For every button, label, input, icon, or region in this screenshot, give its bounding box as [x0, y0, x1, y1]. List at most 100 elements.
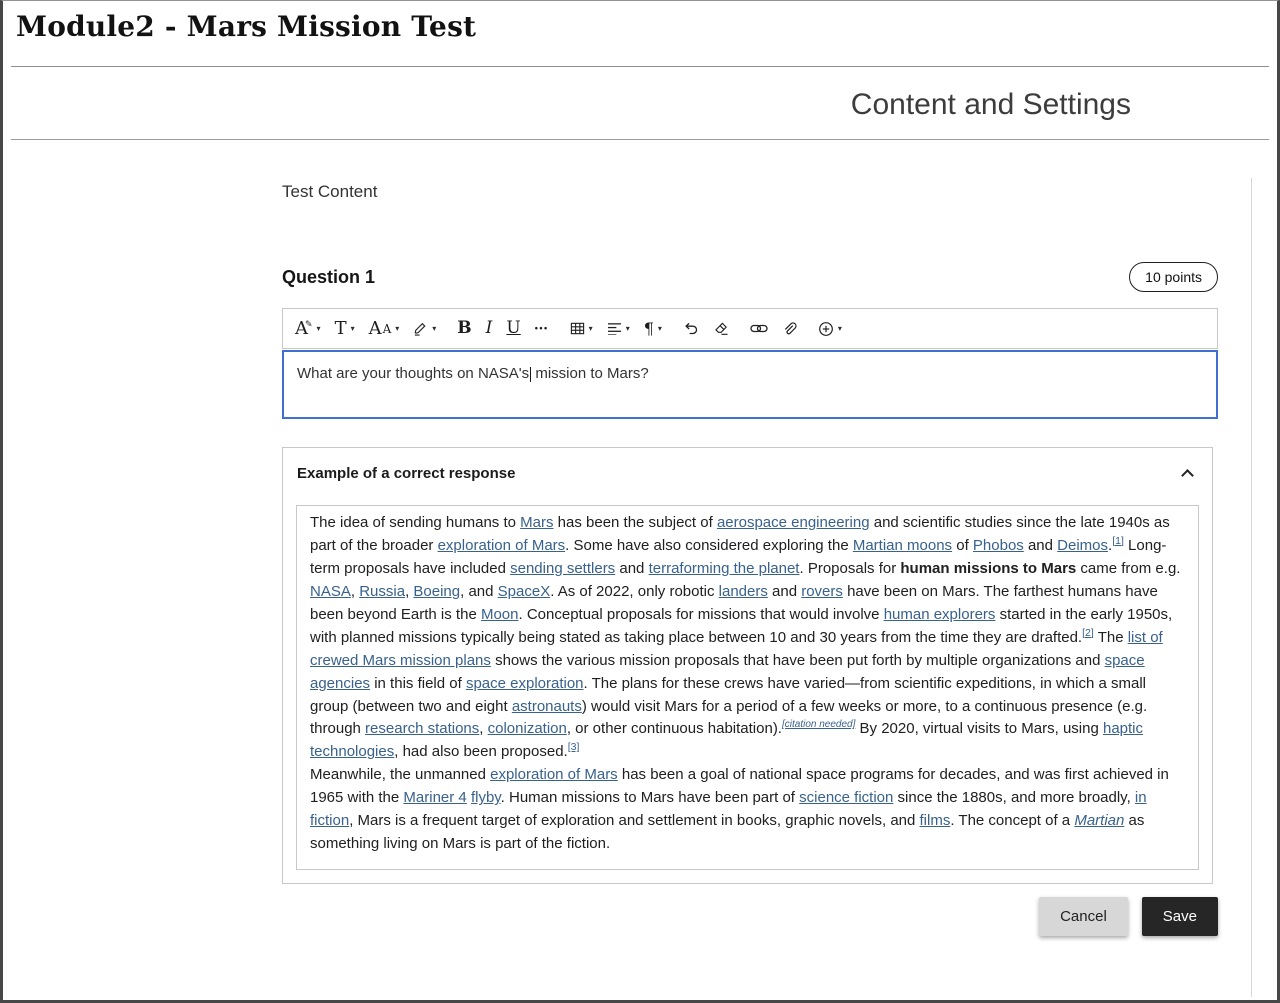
inline-link[interactable]: space exploration [466, 675, 584, 692]
align-button[interactable]: ▾ [600, 309, 637, 348]
title-bar: Module2 - Mars Mission Test [3, 1, 1277, 43]
tabs-row: Content and Settings [3, 67, 1277, 122]
link-button[interactable] [743, 309, 775, 348]
paragraph-button[interactable]: ¶▾ [637, 309, 669, 348]
italic-icon: I [486, 320, 493, 337]
section-label: Test Content [282, 182, 1277, 202]
question-text-editor[interactable]: What are your thoughts on NASA's mission… [282, 350, 1218, 419]
reference-link[interactable]: [2] [1082, 627, 1094, 639]
main-content: Test Content Question 1 10 points A✎▾T▾A… [3, 140, 1277, 936]
chevron-down-icon: ▾ [351, 324, 355, 333]
bold-icon: B [457, 320, 471, 337]
inline-link[interactable]: aerospace engineering [717, 514, 870, 531]
inline-link[interactable]: exploration of Mars [490, 766, 618, 783]
inline-link[interactable]: colonization [488, 720, 567, 737]
chevron-down-icon: ▾ [658, 324, 662, 333]
paragraph-icon: ¶ [644, 321, 654, 337]
cancel-button[interactable]: Cancel [1039, 897, 1128, 936]
chevron-up-icon [1181, 469, 1194, 482]
italic-button[interactable]: I [479, 309, 500, 348]
inline-link[interactable]: astronauts [512, 698, 582, 715]
inline-link[interactable]: human explorers [884, 606, 996, 623]
chevron-down-icon: ▾ [432, 324, 436, 333]
inline-link[interactable]: Phobos [973, 537, 1024, 554]
inline-link[interactable]: Martian moons [853, 537, 952, 554]
bold-text: human missions to Mars [900, 560, 1076, 577]
eraser-button[interactable] [706, 309, 736, 348]
more-options-icon: ••• [535, 324, 549, 333]
undo-button[interactable] [676, 309, 706, 348]
inline-link[interactable]: science fiction [799, 789, 893, 806]
font-family-button[interactable]: T▾ [328, 309, 362, 348]
underline-icon: U [506, 320, 520, 337]
text-color-icon: A✎ [295, 320, 313, 338]
app-window: Module2 - Mars Mission Test Content and … [0, 0, 1280, 1003]
inline-link[interactable]: terraforming the planet [649, 560, 800, 577]
question-header-row: Question 1 10 points [282, 262, 1218, 292]
points-badge[interactable]: 10 points [1129, 262, 1218, 292]
highlight-icon [413, 321, 428, 336]
more-options-button[interactable]: ••• [528, 309, 556, 348]
inline-link[interactable]: sending settlers [510, 560, 615, 577]
inline-link[interactable]: SpaceX [498, 583, 551, 600]
save-button[interactable]: Save [1142, 897, 1218, 936]
inline-link[interactable]: research stations [365, 720, 479, 737]
reference-marker: [3] [568, 741, 580, 753]
font-size-button[interactable]: AA▾ [362, 309, 407, 348]
chevron-down-icon: ▾ [589, 324, 593, 333]
bold-button[interactable]: B [450, 309, 478, 348]
highlight-button[interactable]: ▾ [406, 309, 443, 348]
inline-link[interactable]: list of crewed Mars mission plans [310, 629, 1163, 669]
inline-link[interactable]: Mars [520, 514, 553, 531]
font-family-icon: T [335, 320, 347, 338]
reference-link[interactable]: [3] [568, 741, 580, 753]
inline-link[interactable]: rovers [801, 583, 843, 600]
chevron-down-icon: ▾ [395, 324, 399, 333]
example-panel-title: Example of a correct response [297, 465, 515, 482]
page-title: Module2 - Mars Mission Test [3, 1, 1277, 43]
inline-link[interactable]: NASA [310, 583, 351, 600]
tab-content-and-settings[interactable]: Content and Settings [851, 88, 1131, 122]
reference-link[interactable]: [citation needed] [782, 719, 855, 730]
undo-icon [683, 321, 699, 336]
inline-link[interactable]: Mariner 4 [403, 789, 466, 806]
table-button[interactable]: ▾ [563, 309, 600, 348]
inline-link[interactable]: films [920, 812, 951, 829]
paragraph: Meanwhile, the unmanned exploration of M… [310, 764, 1185, 856]
eraser-icon [713, 321, 729, 336]
example-panel-header[interactable]: Example of a correct response [296, 463, 1199, 484]
example-response-text[interactable]: The idea of sending humans to Mars has b… [296, 505, 1199, 870]
question-title: Question 1 [282, 267, 375, 288]
table-icon [570, 321, 585, 336]
attachment-button[interactable] [775, 309, 804, 348]
inline-link[interactable]: Moon [481, 606, 519, 623]
reference-marker: [citation needed] [782, 718, 855, 730]
collapse-button[interactable] [1180, 463, 1195, 484]
underline-button[interactable]: U [499, 309, 527, 348]
chevron-down-icon: ▾ [626, 324, 630, 333]
footer-actions: Cancel Save [282, 897, 1218, 936]
reference-marker: [1] [1112, 535, 1124, 547]
paragraph: The idea of sending humans to Mars has b… [310, 512, 1185, 764]
example-response-panel: Example of a correct response The idea o… [282, 447, 1213, 884]
reference-link[interactable]: [1] [1112, 535, 1124, 547]
inline-link[interactable]: Russia [359, 583, 405, 600]
insert-content-button[interactable]: ▾ [811, 309, 849, 348]
inline-link[interactable]: landers [719, 583, 768, 600]
inline-link[interactable]: exploration of Mars [438, 537, 566, 554]
inline-link[interactable]: Martian [1074, 812, 1124, 829]
text-color-button[interactable]: A✎▾ [288, 309, 328, 348]
inline-link[interactable]: Deimos [1057, 537, 1108, 554]
editor-text-before-cursor: What are your thoughts on NASA's [297, 365, 529, 382]
inline-link[interactable]: flyby [471, 789, 501, 806]
attachment-icon [782, 321, 797, 337]
editor-toolbar: A✎▾T▾AA▾▾BIU•••▾▾¶▾▾ [282, 308, 1218, 349]
align-icon [607, 322, 622, 335]
chevron-down-icon: ▾ [838, 324, 842, 333]
link-icon [750, 322, 768, 335]
editor-text-after-cursor: mission to Mars? [531, 365, 649, 382]
reference-marker: [2] [1082, 627, 1094, 639]
font-size-icon: AA [369, 320, 392, 338]
inline-link[interactable]: Boeing [413, 583, 460, 600]
insert-content-icon [818, 321, 834, 337]
